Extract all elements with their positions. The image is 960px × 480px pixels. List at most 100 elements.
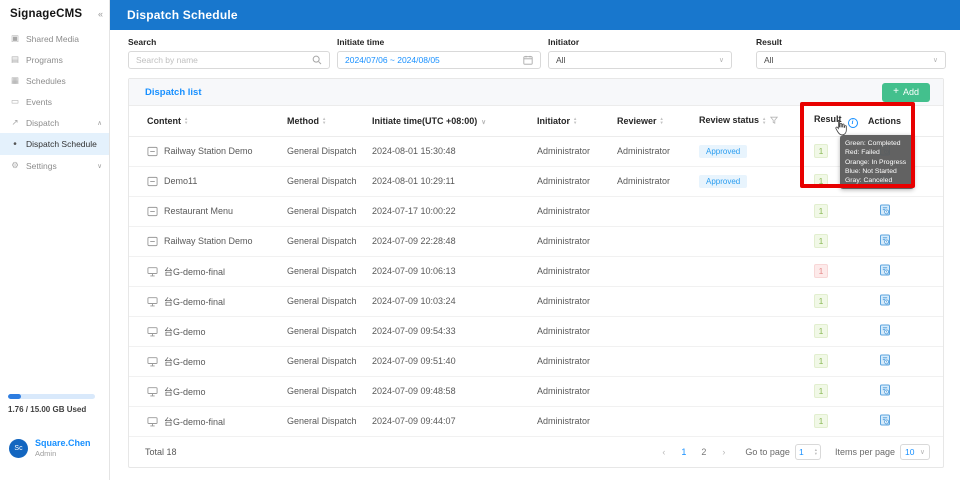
review-status-badge: Approved [699, 145, 747, 158]
user-section: Sc Square.Chen Admin [9, 438, 91, 458]
actions-cell [868, 316, 943, 346]
sidebar-item-events[interactable]: ▭Events [0, 91, 109, 112]
content-cell: Railway Station Demo [129, 136, 287, 166]
content-cell: Railway Station Demo [129, 226, 287, 256]
result-cell: 1 [814, 226, 868, 256]
add-button[interactable]: + Add [882, 83, 930, 102]
prev-page-icon[interactable]: ‹ [656, 444, 671, 460]
review-status-cell: Approved [699, 136, 814, 166]
sort-icon[interactable]: ▴▾ [574, 117, 576, 125]
report-icon[interactable] [879, 264, 891, 276]
initiator-value: All [556, 55, 565, 65]
pagination: ‹ 12 › Go to page 1 ▴▾ Items per page 10… [656, 444, 930, 460]
report-icon[interactable] [879, 354, 891, 366]
reviewer-cell [617, 316, 699, 346]
goto-page-label: Go to page [745, 447, 790, 457]
col-header-method[interactable]: Method▴▾ [287, 106, 372, 136]
actions-cell [868, 256, 943, 286]
col-header-initiate-time[interactable]: Initiate time(UTC +08:00)∨ [372, 106, 537, 136]
report-icon[interactable] [879, 414, 891, 426]
report-icon[interactable] [879, 324, 891, 336]
col-header-reviewer[interactable]: Reviewer▴▾ [617, 106, 699, 136]
method-cell: General Dispatch [287, 166, 372, 196]
items-per-page-select[interactable]: 10 ∨ [900, 444, 930, 460]
actions-cell [868, 406, 943, 436]
result-badge: 1 [814, 414, 828, 428]
table-row: Restaurant MenuGeneral Dispatch2024-07-1… [129, 196, 943, 226]
user-role: Admin [35, 449, 91, 458]
stepper-icon[interactable]: ▴▾ [815, 448, 817, 455]
sort-icon[interactable]: ▴▾ [323, 117, 325, 125]
initiator-cell: Administrator [537, 136, 617, 166]
gear-icon: ⚙ [10, 160, 20, 171]
initiate-time-range-input[interactable]: 2024/07/06 ~ 2024/08/05 [337, 51, 541, 69]
goto-page-input[interactable]: 1 ▴▾ [795, 444, 821, 460]
content-cell: 台G-demo [129, 346, 287, 376]
report-icon[interactable] [879, 204, 891, 216]
table-row: Railway Station DemoGeneral Dispatch2024… [129, 136, 943, 166]
next-page-icon[interactable]: › [716, 444, 731, 460]
legend-line: Red: Failed [845, 148, 909, 157]
sort-icon[interactable]: ▴▾ [661, 117, 663, 125]
report-icon[interactable] [879, 294, 891, 306]
sidebar-item-programs[interactable]: ▤Programs [0, 49, 109, 70]
screen-icon [147, 356, 158, 367]
sidebar-collapse-icon[interactable]: « [98, 9, 103, 19]
initiate-time-cell: 2024-08-01 10:29:11 [372, 166, 537, 196]
initiator-select[interactable]: All ∨ [548, 51, 732, 69]
initiate-time-cell: 2024-07-09 10:03:24 [372, 286, 537, 316]
col-header-result: Resulti [814, 106, 868, 136]
review-status-cell [699, 316, 814, 346]
initiator-cell: Administrator [537, 256, 617, 286]
info-icon[interactable]: i [848, 118, 858, 128]
actions-cell [868, 346, 943, 376]
reviewer-cell: Administrator [617, 136, 699, 166]
method-cell: General Dispatch [287, 136, 372, 166]
col-header-initiator[interactable]: Initiator▴▾ [537, 106, 617, 136]
content-cell: 台G-demo-final [129, 286, 287, 316]
result-cell: 1 [814, 286, 868, 316]
filter-icon[interactable] [770, 116, 778, 126]
review-status-cell [699, 196, 814, 226]
table-row: Railway Station DemoGeneral Dispatch2024… [129, 226, 943, 256]
content-name: Demo11 [164, 176, 197, 186]
page-button-2[interactable]: 2 [696, 444, 711, 460]
sidebar-item-label: Schedules [26, 76, 66, 86]
screen-icon [147, 266, 158, 277]
storage-progress-fill [8, 394, 21, 399]
result-cell: 1 [814, 406, 868, 436]
sort-icon[interactable]: ▴▾ [185, 117, 187, 125]
sidebar-item-schedules[interactable]: ▦ Schedules [0, 70, 109, 91]
sidebar-item-dispatch-schedule[interactable]: •Dispatch Schedule [0, 133, 109, 155]
search-icon [312, 55, 322, 65]
page-button-1[interactable]: 1 [676, 444, 691, 460]
sidebar-item-label: Settings [26, 161, 57, 171]
result-badge: 1 [814, 174, 828, 188]
storage-progressbar [8, 394, 95, 399]
result-select[interactable]: All ∨ [756, 51, 946, 69]
report-icon[interactable] [879, 384, 891, 396]
sort-icon[interactable]: ▴▾ [763, 117, 765, 125]
app-title: SignageCMS [10, 8, 82, 20]
reviewer-cell [617, 286, 699, 316]
result-cell: 1 [814, 256, 868, 286]
sidebar-item-shared-media[interactable]: ▣Shared Media [0, 28, 109, 49]
initiate-time-cell: 2024-07-17 10:00:22 [372, 196, 537, 226]
sidebar-item-dispatch[interactable]: ↗Dispatch∧ [0, 112, 109, 133]
col-header-review-status[interactable]: Review status▴▾ [699, 106, 814, 136]
user-name[interactable]: Square.Chen [35, 438, 91, 448]
sidebar-item-settings[interactable]: ⚙Settings∨ [0, 155, 109, 176]
review-status-cell [699, 406, 814, 436]
dispatch-table: Content▴▾ Method▴▾ Initiate time(UTC +08… [129, 106, 943, 437]
report-icon[interactable] [879, 234, 891, 246]
search-input[interactable]: Search by name [128, 51, 330, 69]
initiator-cell: Administrator [537, 286, 617, 316]
initiate-time-cell: 2024-07-09 22:28:48 [372, 226, 537, 256]
calendar-icon: ▦ [10, 75, 20, 86]
initiator-cell: Administrator [537, 226, 617, 256]
avatar[interactable]: Sc [9, 439, 28, 458]
legend-line: Gray: Canceled [845, 176, 909, 185]
calendar-icon [523, 55, 533, 65]
col-header-content[interactable]: Content▴▾ [129, 106, 287, 136]
sort-desc-icon[interactable]: ∨ [481, 119, 486, 126]
